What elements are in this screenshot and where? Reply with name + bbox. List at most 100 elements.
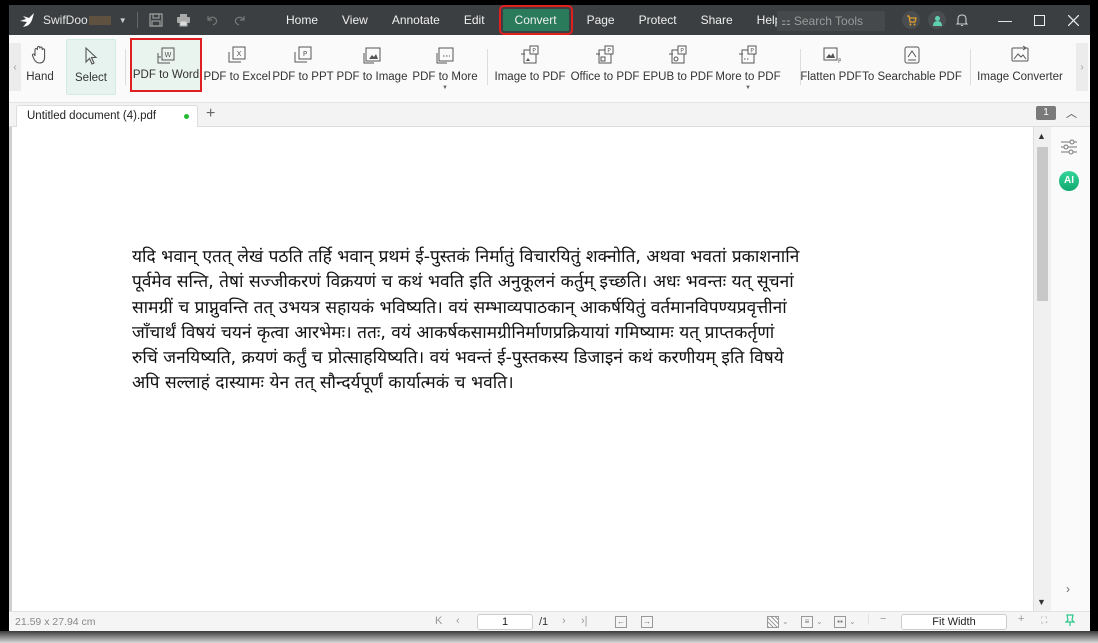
settings-sliders-icon[interactable]: [1060, 139, 1078, 158]
previous-view-icon[interactable]: ←: [615, 616, 627, 628]
last-page-button[interactable]: ›|: [581, 615, 588, 627]
app-menu-dropdown-icon[interactable]: ▼: [119, 16, 127, 25]
background-color-icon[interactable]: [767, 616, 779, 628]
search-tools-icon: ⚏: [781, 15, 791, 28]
menu-convert[interactable]: Convert: [498, 5, 573, 35]
more-to-pdf-label: More to PDF: [715, 71, 781, 83]
ribbon-divider: [970, 49, 971, 85]
flatten-pdf-button[interactable]: P Flatten PDF: [800, 39, 862, 95]
pdf-to-more-icon: [435, 41, 455, 65]
pdf-to-word-icon: W: [156, 42, 176, 66]
pin-icon[interactable]: [1064, 614, 1076, 630]
search-tools-input[interactable]: ⚏ Search Tools: [777, 11, 885, 31]
select-tool-button[interactable]: Select: [66, 39, 116, 95]
svg-text:P: P: [607, 48, 611, 55]
pdf-to-word-button[interactable]: W PDF to Word: [130, 38, 202, 92]
svg-text:P: P: [532, 48, 536, 55]
image-converter-button[interactable]: Image Converter: [977, 39, 1063, 95]
to-searchable-pdf-button[interactable]: To Searchable PDF: [862, 39, 962, 95]
chevron-down-icon[interactable]: ⌄: [782, 617, 789, 626]
menu-protect[interactable]: Protect: [627, 9, 689, 31]
pdf-to-more-button[interactable]: PDF to More ▼: [412, 39, 478, 95]
image-to-pdf-icon: P: [520, 41, 540, 65]
pdf-to-word-label: PDF to Word: [132, 69, 200, 81]
redo-icon[interactable]: [232, 12, 248, 28]
scrollbar-thumb[interactable]: [1037, 147, 1048, 301]
notification-bell-icon[interactable]: [954, 12, 970, 28]
menu-annotate[interactable]: Annotate: [380, 9, 452, 31]
menu-view[interactable]: View: [330, 9, 380, 31]
svg-text:P: P: [838, 58, 841, 65]
page-number-badge: 1: [1036, 106, 1056, 120]
pdf-to-ppt-label: PDF to PPT: [272, 71, 334, 83]
chevron-down-icon[interactable]: ⌄: [816, 617, 823, 626]
menu-home[interactable]: Home: [274, 9, 330, 31]
title-bar-right: —: [902, 5, 1090, 35]
text-line: अपि सल्लाहं दास्यामः येन तत् सौन्दर्यपूर…: [132, 373, 514, 394]
collapse-ribbon-icon[interactable]: ︿: [1066, 105, 1077, 121]
scroll-down-icon[interactable]: ▼: [1037, 597, 1046, 607]
divider: [136, 12, 138, 28]
pdf-to-excel-button[interactable]: X PDF to Excel: [203, 39, 271, 95]
menu-edit[interactable]: Edit: [452, 9, 497, 31]
zoom-in-button[interactable]: +: [1018, 613, 1024, 625]
epub-to-pdf-label: EPUB to PDF: [642, 71, 714, 83]
fullscreen-icon[interactable]: ⛶: [1041, 615, 1047, 626]
chevron-down-icon: ▼: [745, 85, 751, 91]
document-viewer: यदि भवान् एतत् लेखं पठति तर्हि भवान् प्र…: [9, 127, 1033, 611]
new-tab-button[interactable]: +: [206, 105, 215, 123]
more-to-pdf-button[interactable]: P More to PDF ▼: [715, 39, 781, 95]
pdf-to-ppt-button[interactable]: P PDF to PPT: [272, 39, 334, 95]
first-page-button[interactable]: K: [435, 615, 442, 627]
expand-panel-icon[interactable]: ›: [1066, 582, 1070, 596]
zoom-level-select[interactable]: Fit Width: [901, 614, 1007, 630]
svg-text:P: P: [680, 48, 684, 55]
ribbon-divider: [125, 49, 126, 85]
close-button[interactable]: [1056, 5, 1090, 35]
unsaved-indicator: [184, 114, 189, 119]
page-number-input[interactable]: 1: [477, 614, 533, 630]
zoom-out-button[interactable]: −: [880, 613, 886, 625]
status-bar: 21.59 x 27.94 cm K ‹ 1 /1 › ›| ← → ⌄ ≡ ⌄…: [9, 611, 1090, 631]
menu-page[interactable]: Page: [575, 9, 627, 31]
user-avatar-icon[interactable]: [928, 11, 946, 29]
pdf-to-image-button[interactable]: PDF to Image: [337, 39, 407, 95]
text-line: जाँचार्थं विषयं चयनं कृत्वा आरभेमः। ततः,…: [132, 322, 775, 343]
ribbon-scroll-left[interactable]: ‹: [9, 43, 21, 91]
svg-text:P: P: [750, 48, 754, 55]
total-pages: /1: [539, 616, 549, 628]
maximize-button[interactable]: [1022, 5, 1056, 35]
to-searchable-pdf-label: To Searchable PDF: [862, 71, 962, 83]
image-to-pdf-label: Image to PDF: [494, 71, 566, 83]
chevron-down-icon[interactable]: ⌄: [849, 617, 856, 626]
page-layout-icon[interactable]: ≡: [801, 616, 813, 628]
convert-ribbon: ‹ Hand Select W PDF to Word X PDF to Exc…: [9, 35, 1090, 103]
page-display-icon[interactable]: ▪▪: [834, 616, 846, 628]
window-shadow: [0, 631, 1098, 643]
vertical-scrollbar[interactable]: ▲ ▼: [1033, 127, 1051, 611]
next-page-button[interactable]: ›: [562, 615, 566, 627]
cart-icon[interactable]: [902, 11, 920, 29]
epub-to-pdf-button[interactable]: P EPUB to PDF: [642, 39, 714, 95]
minimize-button[interactable]: —: [988, 5, 1022, 35]
pdf-to-more-label: PDF to More: [412, 71, 478, 83]
ribbon-scroll-right[interactable]: ›: [1076, 43, 1088, 91]
search-placeholder: Search Tools: [793, 14, 864, 28]
hand-tool-button[interactable]: Hand: [23, 39, 57, 95]
scroll-up-icon[interactable]: ▲: [1037, 131, 1046, 141]
office-to-pdf-button[interactable]: P Office to PDF: [571, 39, 639, 95]
next-view-icon[interactable]: →: [641, 616, 653, 628]
ai-assistant-button[interactable]: AI: [1059, 171, 1079, 191]
save-icon[interactable]: [148, 12, 164, 28]
right-side-panel: AI ›: [1051, 127, 1090, 611]
pdf-to-excel-icon: X: [227, 41, 247, 65]
pdf-to-excel-label: PDF to Excel: [203, 71, 271, 83]
menu-share[interactable]: Share: [689, 9, 745, 31]
image-to-pdf-button[interactable]: P Image to PDF: [494, 39, 566, 95]
hand-label: Hand: [26, 71, 54, 83]
document-tab[interactable]: Untitled document (4).pdf: [16, 105, 198, 127]
main-menu: Home View Annotate Edit Convert Page Pro…: [274, 5, 793, 35]
previous-page-button[interactable]: ‹: [456, 615, 460, 627]
print-icon[interactable]: [176, 12, 192, 28]
undo-icon[interactable]: [204, 12, 220, 28]
